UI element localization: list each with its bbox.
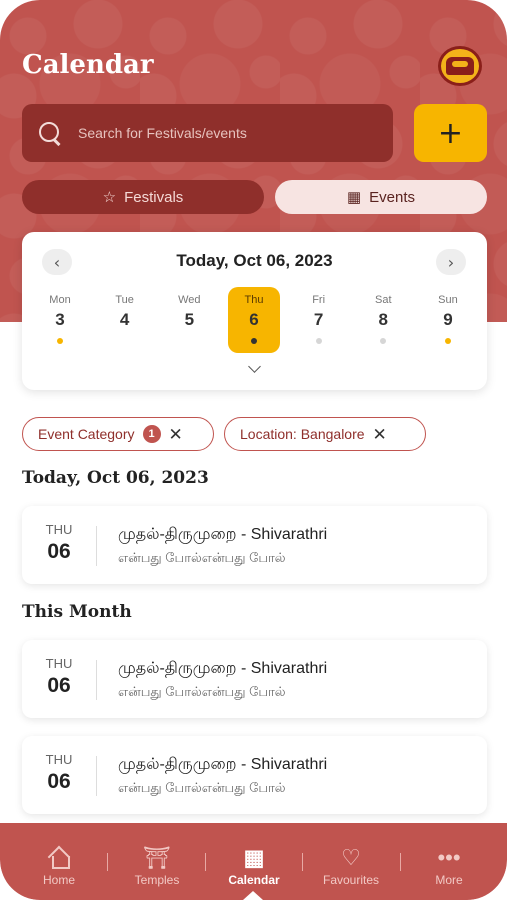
nav-divider bbox=[205, 853, 206, 871]
nav-home[interactable]: Home bbox=[14, 823, 104, 893]
day-sat[interactable]: Sat 8 bbox=[357, 287, 409, 353]
divider bbox=[96, 526, 97, 566]
close-icon[interactable]: ✕ bbox=[373, 426, 387, 443]
event-dot bbox=[315, 338, 322, 344]
event-date: 06 bbox=[47, 540, 71, 563]
nav-divider bbox=[107, 853, 108, 871]
day-wed[interactable]: Wed 5 bbox=[163, 287, 215, 353]
nav-label: Home bbox=[42, 873, 75, 887]
filter-label: Location: Bangalore bbox=[240, 426, 365, 442]
nav-more[interactable]: ••• More bbox=[404, 823, 494, 893]
temple-logo-icon[interactable] bbox=[438, 46, 482, 86]
location-filter[interactable]: Location: Bangalore ✕ bbox=[224, 417, 426, 451]
event-dot bbox=[380, 338, 387, 344]
day-tue[interactable]: Tue 4 bbox=[99, 287, 151, 353]
day-name: Mon bbox=[49, 294, 71, 306]
event-title: முதல்-திருமுறை - Shivarathri bbox=[118, 660, 328, 677]
event-card[interactable]: THU 06 முதல்-திருமுறை - Shivarathri என்ப… bbox=[22, 506, 487, 584]
day-fri[interactable]: Fri 7 bbox=[293, 287, 345, 353]
tab-festivals[interactable]: ☆ Festivals bbox=[22, 180, 264, 214]
tab-events[interactable]: ▦ Events bbox=[275, 180, 487, 214]
week-calendar: ‹ Today, Oct 06, 2023 › Mon 3 Tue 4 Wed … bbox=[22, 232, 487, 390]
app-screen: Calendar + ☆ Festivals ▦ Events ‹ Today,… bbox=[0, 0, 507, 900]
day-name: Fri bbox=[312, 294, 326, 306]
next-week-button[interactable]: › bbox=[436, 249, 466, 275]
event-date: 06 bbox=[47, 674, 71, 697]
day-mon[interactable]: Mon 3 bbox=[34, 287, 86, 353]
divider bbox=[96, 756, 97, 796]
temple-icon: ⛩ bbox=[143, 845, 171, 870]
day-number: 4 bbox=[119, 310, 130, 329]
day-number: 6 bbox=[249, 310, 259, 329]
add-event-button[interactable]: + bbox=[414, 104, 487, 162]
tab-festivals-label: Festivals bbox=[124, 188, 184, 206]
day-number: 8 bbox=[378, 310, 389, 329]
page-title: Calendar bbox=[22, 50, 154, 80]
active-indicator bbox=[243, 891, 263, 900]
home-icon bbox=[48, 845, 70, 871]
section-title-this-month: This Month bbox=[22, 602, 132, 622]
event-subtitle: என்பது போல்என்பது போல் bbox=[118, 780, 286, 795]
chevron-down-icon[interactable] bbox=[246, 362, 264, 374]
event-weekday: THU bbox=[45, 522, 73, 537]
day-number: 3 bbox=[55, 310, 65, 329]
event-title: முதல்-திருமுறை - Shivarathri bbox=[118, 756, 328, 773]
event-subtitle: என்பது போல்என்பது போல் bbox=[118, 684, 286, 699]
week-days: Mon 3 Tue 4 Wed 5 Thu 6 Fri 7 Sat 8 Sun … bbox=[34, 287, 474, 355]
day-name: Tue bbox=[115, 294, 134, 306]
filter-count-badge: 1 bbox=[142, 425, 161, 443]
day-thu-selected[interactable]: Thu 6 bbox=[227, 287, 280, 353]
nav-divider bbox=[400, 853, 401, 871]
event-date: 06 bbox=[47, 770, 71, 793]
event-weekday: THU bbox=[45, 752, 73, 767]
current-date: Today, Oct 06, 2023 bbox=[176, 251, 333, 270]
event-card[interactable]: THU 06 முதல்-திருமுறை - Shivarathri என்ப… bbox=[22, 736, 487, 814]
nav-temples[interactable]: ⛩ Temples bbox=[112, 823, 202, 893]
calendar-icon: ▦ bbox=[243, 845, 265, 870]
nav-label: More bbox=[435, 873, 463, 887]
day-number: 9 bbox=[443, 310, 453, 329]
search-input[interactable] bbox=[78, 125, 378, 141]
nav-divider bbox=[302, 853, 303, 871]
event-dot bbox=[57, 338, 63, 344]
nav-calendar[interactable]: ▦ Calendar bbox=[209, 823, 299, 893]
search-bar[interactable] bbox=[22, 104, 393, 162]
close-icon[interactable]: ✕ bbox=[169, 426, 183, 443]
search-icon bbox=[38, 121, 62, 145]
event-dot bbox=[444, 338, 451, 344]
day-name: Thu bbox=[244, 294, 264, 306]
event-category-filter[interactable]: Event Category 1 ✕ bbox=[22, 417, 214, 451]
day-name: Sun bbox=[438, 294, 458, 306]
event-dot bbox=[250, 338, 257, 344]
filter-label: Event Category bbox=[38, 426, 135, 442]
section-title-today: Today, Oct 06, 2023 bbox=[22, 468, 209, 488]
event-weekday: THU bbox=[45, 656, 73, 671]
day-name: Wed bbox=[178, 294, 201, 306]
star-icon: ☆ bbox=[102, 188, 117, 206]
day-number: 7 bbox=[313, 310, 324, 329]
nav-label: Favourites bbox=[322, 873, 380, 887]
calendar-icon: ▦ bbox=[346, 188, 362, 206]
nav-label: Temples bbox=[134, 873, 180, 887]
chevron-right-icon: › bbox=[447, 252, 455, 272]
event-subtitle: என்பது போல்என்பது போல் bbox=[118, 550, 286, 565]
tab-events-label: Events bbox=[369, 188, 416, 206]
event-card[interactable]: THU 06 முதல்-திருமுறை - Shivarathri என்ப… bbox=[22, 640, 487, 718]
day-number: 5 bbox=[184, 310, 195, 329]
nav-favourites[interactable]: ♡ Favourites bbox=[306, 823, 396, 893]
divider bbox=[96, 660, 97, 700]
bottom-navigation: Home ⛩ Temples ▦ Calendar ♡ Favourites •… bbox=[0, 823, 507, 900]
day-name: Sat bbox=[375, 294, 392, 306]
tab-bar: ☆ Festivals ▦ Events bbox=[22, 180, 487, 214]
more-icon: ••• bbox=[437, 845, 461, 870]
event-title: முதல்-திருமுறை - Shivarathri bbox=[118, 526, 328, 543]
day-sun[interactable]: Sun 9 bbox=[422, 287, 474, 353]
heart-icon: ♡ bbox=[341, 845, 361, 870]
nav-label: Calendar bbox=[228, 873, 280, 887]
